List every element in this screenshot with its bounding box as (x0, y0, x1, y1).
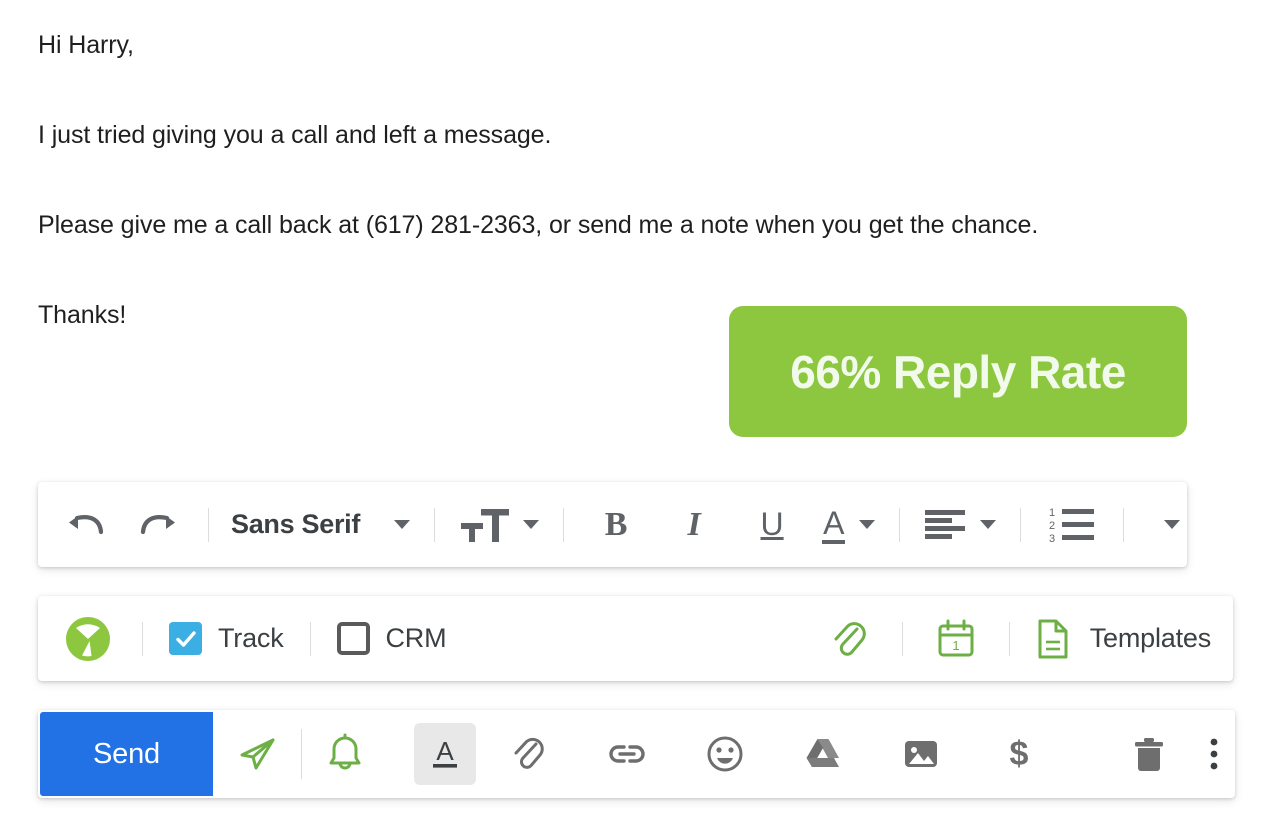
toolbar-divider-4 (899, 507, 901, 542)
insert-photo-button[interactable] (890, 723, 952, 785)
reply-rate-badge-label: 66% Reply Rate (790, 345, 1126, 398)
svg-text:A: A (436, 736, 454, 766)
insert-drive-button[interactable] (792, 723, 854, 785)
yesware-divider-1 (142, 621, 143, 656)
underline-button[interactable]: U (744, 503, 800, 547)
send-toolbar: Send A $ (38, 710, 1235, 798)
font-size-dropdown[interactable] (459, 506, 540, 544)
trash-icon (1135, 738, 1163, 771)
reminder-button[interactable] (314, 723, 376, 785)
italic-label: I (687, 505, 701, 543)
formatting-toolbar: Sans Serif B I U A 1 2 3 (38, 482, 1187, 567)
send-button-label: Send (93, 737, 160, 770)
templates-button[interactable]: Templates (1034, 617, 1211, 661)
svg-text:3: 3 (1049, 533, 1055, 543)
numbered-list-button[interactable]: 1 2 3 (1045, 503, 1099, 547)
yesware-divider-4 (1008, 621, 1010, 656)
yesware-divider-2 (309, 621, 311, 656)
text-color-label: A (822, 506, 846, 544)
paperclip-icon (834, 621, 866, 656)
bold-button[interactable]: B (588, 503, 644, 547)
send-button[interactable]: Send (40, 712, 213, 796)
yesware-toolbar: Track CRM 1 Templates (38, 596, 1233, 681)
chevron-down-icon (523, 520, 540, 529)
email-greeting: Hi Harry, (38, 31, 134, 59)
emoji-icon (707, 736, 743, 772)
bold-label: B (604, 505, 628, 543)
yesware-divider-3 (901, 621, 903, 656)
insert-emoji-button[interactable] (694, 723, 756, 785)
font-family-value: Sans Serif (231, 509, 361, 539)
redo-button[interactable] (128, 503, 186, 547)
redo-icon (140, 514, 175, 534)
attach-file-button[interactable] (498, 723, 560, 785)
track-checkbox[interactable]: Track (169, 622, 284, 655)
email-paragraph-2: Please give me a call back at (617) 281-… (38, 211, 1039, 239)
svg-text:1: 1 (952, 638, 959, 653)
chevron-down-icon (980, 520, 997, 529)
email-paragraph-1: I just tried giving you a call and left … (38, 121, 552, 149)
discard-draft-button[interactable] (1118, 723, 1180, 785)
more-format-options-button[interactable] (1148, 503, 1196, 547)
toolbar-divider-3 (563, 507, 565, 542)
italic-button[interactable]: I (666, 503, 722, 547)
svg-text:$: $ (1010, 735, 1029, 773)
document-icon (1038, 619, 1068, 658)
google-drive-icon (806, 739, 839, 767)
insert-money-button[interactable]: $ (988, 723, 1050, 785)
track-checkbox-box (169, 622, 202, 655)
send-divider-1 (301, 729, 302, 779)
align-dropdown[interactable] (924, 508, 997, 542)
yesware-logo-icon (66, 616, 110, 661)
yesware-schedule-button[interactable]: 1 (927, 617, 985, 661)
track-label: Track (218, 623, 284, 653)
formatting-options-button[interactable]: A (414, 723, 476, 785)
underline-label: U (760, 506, 784, 542)
yesware-attachment-button[interactable] (820, 617, 878, 661)
yesware-send-now-button[interactable] (227, 723, 289, 785)
svg-text:2: 2 (1049, 520, 1055, 532)
text-color-dropdown[interactable]: A (822, 506, 876, 544)
crm-checkbox[interactable]: CRM (336, 622, 447, 655)
chevron-down-icon (1164, 520, 1181, 529)
bell-icon (329, 733, 361, 770)
undo-icon (69, 514, 104, 534)
insert-link-button[interactable] (596, 723, 658, 785)
calendar-icon: 1 (938, 619, 974, 656)
undo-button[interactable] (58, 503, 116, 547)
align-left-icon (925, 509, 966, 539)
chevron-down-icon (394, 520, 411, 529)
checkmark-icon (175, 630, 196, 647)
dollar-icon: $ (1010, 735, 1029, 773)
crm-checkbox-box (336, 622, 370, 655)
send-now-icon (240, 738, 275, 770)
toolbar-divider-5 (1020, 507, 1022, 542)
numbered-list-icon: 1 2 3 (1049, 507, 1095, 543)
link-icon (609, 745, 645, 763)
font-size-icon (461, 508, 510, 542)
templates-label: Templates (1089, 623, 1211, 653)
svg-text:1: 1 (1049, 507, 1055, 519)
more-options-icon (1210, 738, 1218, 770)
more-options-button[interactable] (1192, 723, 1236, 785)
toolbar-divider-2 (434, 507, 436, 542)
photo-icon (905, 741, 937, 767)
font-family-dropdown[interactable]: Sans Serif (231, 509, 411, 540)
reply-rate-badge: 66% Reply Rate (729, 306, 1187, 437)
format-text-icon: A (433, 736, 457, 768)
email-body[interactable]: Hi Harry, I just tried giving you a call… (38, 22, 1198, 338)
toolbar-divider-1 (208, 507, 209, 542)
yesware-logo-button[interactable] (60, 616, 116, 661)
crm-label: CRM (385, 623, 447, 653)
toolbar-divider-6 (1123, 507, 1125, 542)
paperclip-icon (514, 737, 544, 769)
chevron-down-icon (859, 520, 876, 529)
